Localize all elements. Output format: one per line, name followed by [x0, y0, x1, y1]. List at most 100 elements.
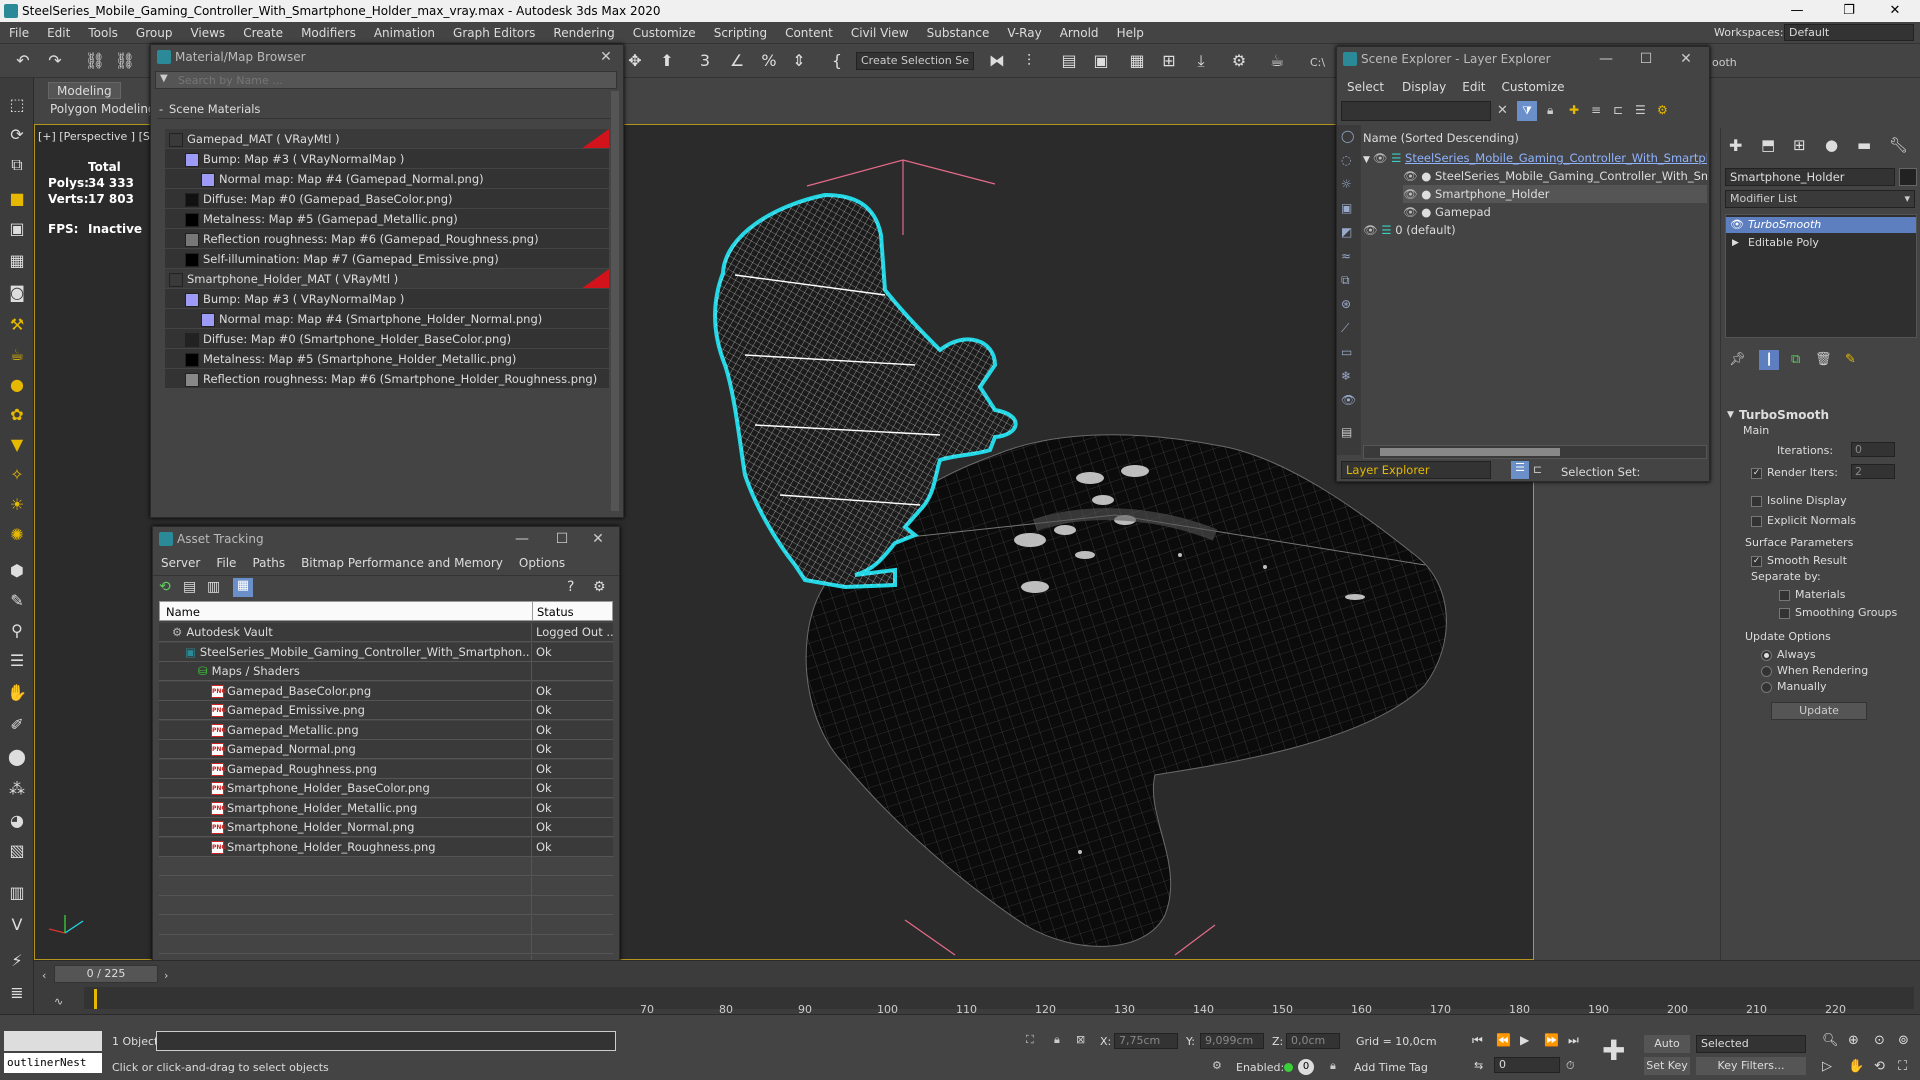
current-frame-field[interactable]: 0 — [1494, 1057, 1560, 1073]
scene-maximize-button[interactable]: ☐ — [1629, 47, 1663, 71]
scene-scroll-thumb[interactable] — [1380, 448, 1560, 456]
ball-icon[interactable]: ⬤ — [6, 746, 28, 768]
vray-icon[interactable]: V — [6, 914, 28, 936]
material-item[interactable]: Smartphone_Holder_MAT ( VRayMtl ) — [165, 269, 609, 289]
ribbon-tab-modeling[interactable]: Modeling — [48, 82, 121, 99]
close-button[interactable]: ✕ — [1872, 0, 1918, 22]
display-tab-icon[interactable]: ▬ — [1857, 136, 1871, 154]
refresh-icon[interactable]: ⟲ — [159, 579, 171, 595]
remove-modifier-icon[interactable]: 🗑︎ — [1815, 352, 1832, 367]
asset-row[interactable]: PNGGamepad_Metallic.png Ok — [159, 720, 613, 740]
layer-list-icon[interactable]: ▤ — [1058, 50, 1080, 72]
mirror-icon[interactable]: ⧓ — [986, 50, 1008, 72]
select-rotate-icon[interactable]: ⟳ — [6, 124, 28, 146]
menu-civil-view[interactable]: Civil View — [842, 22, 918, 44]
pan-icon[interactable]: ✋ — [1848, 1059, 1864, 1074]
asset-row[interactable]: PNGSmartphone_Holder_Normal.png Ok — [159, 818, 613, 837]
visibility-eye-icon[interactable]: 👁︎ — [1363, 223, 1381, 237]
layer-hierarchy-icon[interactable]: ⊏ — [1533, 463, 1542, 476]
prev-frame-icon[interactable]: ‹ — [42, 969, 46, 982]
key-mode-icon[interactable]: ⇆ — [1474, 1059, 1483, 1072]
link-icon[interactable]: ⛓ — [84, 50, 106, 72]
add-time-tag[interactable]: Add Time Tag — [1354, 1061, 1428, 1074]
material-editor-icon[interactable]: ⤓ — [1190, 50, 1212, 72]
maximize-viewport-icon[interactable]: ⛶ — [1898, 1059, 1907, 1074]
scene-menu-customize[interactable]: Customize — [1494, 80, 1573, 94]
asset-menu-paths[interactable]: Paths — [244, 556, 293, 570]
menu-file[interactable]: File — [0, 22, 38, 44]
key-filters-button[interactable]: Key Filters... — [1696, 1057, 1806, 1075]
turbosmooth-rollout-header[interactable]: ▼ TurboSmooth — [1725, 406, 1917, 424]
layer-settings-icon[interactable]: ⚙ — [1657, 103, 1668, 117]
update-button[interactable]: Update — [1771, 702, 1867, 720]
redo-icon[interactable]: ↷ — [44, 50, 66, 72]
dots-icon[interactable]: ⁂ — [6, 778, 28, 800]
filter-cameras-icon[interactable]: ▣ — [1341, 201, 1352, 215]
map-item[interactable]: Bump: Map #3 ( VRayNormalMap ) — [165, 289, 609, 309]
smoothing-groups-checkbox[interactable]: Smoothing Groups — [1779, 606, 1897, 619]
material-browser-close-button[interactable]: ✕ — [589, 45, 623, 69]
stack-item-turbosmooth[interactable]: 👁︎ TurboSmooth — [1726, 217, 1916, 233]
asset-menu-bitmap[interactable]: Bitmap Performance and Memory — [293, 556, 511, 570]
material-item[interactable]: Gamepad_MAT ( VRayMtl ) — [165, 129, 609, 149]
asset-row[interactable]: PNGSmartphone_Holder_Roughness.png Ok — [159, 837, 613, 857]
filter-bones-icon[interactable]: ⟋ — [1341, 321, 1349, 336]
menu-customize[interactable]: Customize — [624, 22, 705, 44]
sun-icon[interactable]: ☀ — [6, 494, 28, 516]
maxscript-mini-listener[interactable] — [4, 1031, 102, 1051]
menu-arnold[interactable]: Arnold — [1051, 22, 1108, 44]
percent-snap-icon[interactable]: % — [758, 50, 780, 72]
track-bar[interactable] — [84, 987, 1914, 1009]
zoom-extents-all-icon[interactable]: ⊚ — [1898, 1033, 1909, 1048]
align-icon[interactable]: ⫶ — [1018, 50, 1040, 72]
layer-explorer-dropdown[interactable]: Layer Explorer — [1341, 461, 1491, 479]
prompt-field[interactable] — [156, 1031, 616, 1051]
create-selection-set-dropdown[interactable]: Create Selection Se — [856, 52, 974, 70]
visibility-eye-icon[interactable]: 👁︎ — [1403, 187, 1421, 201]
geosphere-icon[interactable]: ✿ — [6, 404, 28, 426]
stack-icon[interactable]: ☰ — [6, 650, 28, 672]
material-search-input[interactable] — [174, 72, 614, 88]
list-view-icon[interactable]: ▤ — [183, 579, 196, 595]
render-iters-spinner[interactable]: 2 — [1851, 464, 1895, 479]
map-item[interactable]: Diffuse: Map #0 (Smartphone_Holder_BaseC… — [165, 329, 609, 349]
ribbon-tab-polygon-modeling[interactable]: Polygon Modeling — [42, 101, 164, 118]
video-icon[interactable]: ◙ — [6, 282, 28, 304]
menu-help[interactable]: Help — [1108, 22, 1153, 44]
spotlight-icon[interactable]: ▼ — [6, 434, 28, 456]
snap-3d-icon[interactable]: 3 — [694, 50, 716, 72]
asset-menu-options[interactable]: Options — [511, 556, 573, 570]
explicit-normals-checkbox[interactable]: Explicit Normals — [1751, 514, 1856, 527]
tree-expand-icon[interactable]: ▼ — [1363, 155, 1373, 165]
orbit-icon[interactable]: ⟲ — [1874, 1059, 1885, 1074]
column-status[interactable]: Status — [532, 602, 574, 620]
material-search-bar[interactable]: ▼ — [155, 71, 617, 89]
layers-icon[interactable]: ▧ — [6, 840, 28, 862]
absolute-mode-icon[interactable]: ⊠ — [1076, 1033, 1085, 1046]
map-item[interactable]: Normal map: Map #4 (Gamepad_Normal.png) — [165, 169, 609, 189]
asset-row[interactable]: ⚙ Autodesk Vault Logged Out ... — [159, 623, 613, 642]
time-tag-icon[interactable]: 0 — [1298, 1059, 1314, 1075]
scene-close-button[interactable]: ✕ — [1669, 47, 1703, 71]
cube-icon[interactable]: ⬢ — [6, 560, 28, 582]
filter-lights-icon[interactable]: ☼ — [1341, 177, 1352, 191]
materials-checkbox[interactable]: Materials — [1779, 588, 1845, 601]
menu-substance[interactable]: Substance — [918, 22, 999, 44]
brush-icon[interactable]: ✐ — [6, 714, 28, 736]
scene-tree-item[interactable]: ▼ 👁︎ ☰ SteelSeries_Mobile_Gaming_Control… — [1363, 149, 1707, 167]
scene-search-input[interactable] — [1341, 101, 1491, 121]
time-config-icon[interactable]: ⏱ — [1566, 1059, 1575, 1073]
map-item[interactable]: Normal map: Map #4 (Smartphone_Holder_No… — [165, 309, 609, 329]
map-item[interactable]: Metalness: Map #5 (Smartphone_Holder_Met… — [165, 349, 609, 369]
map-item[interactable]: Self-illumination: Map #7 (Gamepad_Emiss… — [165, 249, 609, 269]
column-name[interactable]: Name — [166, 602, 200, 622]
map-item[interactable]: Diffuse: Map #0 (Gamepad_BaseColor.png) — [165, 189, 609, 209]
filter-shapes-icon[interactable]: ◌ — [1341, 153, 1351, 167]
z-coordinate-field[interactable]: 0,0cm — [1286, 1033, 1340, 1049]
curve-editor-icon[interactable]: ▦ — [1126, 50, 1148, 72]
filter-icon[interactable]: ⧩ — [1517, 101, 1537, 121]
asset-menu-server[interactable]: Server — [153, 556, 208, 570]
menu-group[interactable]: Group — [127, 22, 182, 44]
material-browser-titlebar[interactable]: Material/Map Browser ✕ — [151, 45, 623, 69]
scene-minimize-button[interactable]: — — [1589, 47, 1623, 71]
